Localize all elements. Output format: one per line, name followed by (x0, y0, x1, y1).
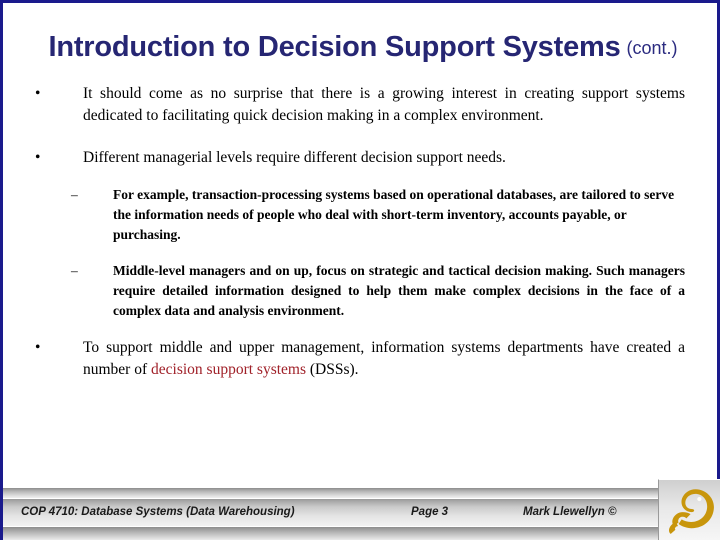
bullet-item: • Different managerial levels require di… (3, 147, 720, 169)
bullet-marker-dot: • (35, 85, 41, 102)
slide-title-main: Introduction to Decision Support Systems (48, 31, 621, 63)
sub-bullet-item: – For example, transaction-processing sy… (3, 185, 720, 245)
sub-bullet-text: For example, transaction-processing syst… (113, 187, 675, 242)
footer-text-row: COP 4710: Database Systems (Data Warehou… (3, 499, 720, 526)
bullet-marker-dash: – (71, 263, 78, 278)
sub-bullet-text: Middle-level managers and on up, focus o… (113, 263, 685, 318)
footer-band-bottom (3, 527, 720, 540)
bullet-text: To support middle and upper management, … (83, 337, 685, 381)
bullet-marker-dot: • (35, 339, 41, 356)
slide-title: Introduction to Decision Support Systems… (3, 33, 720, 62)
slide-title-continuation: (cont.) (626, 38, 678, 58)
footer-author-label: Mark Llewellyn © (523, 506, 617, 518)
bullet-text-after: (DSSs). (306, 361, 359, 378)
footer-band-top (3, 488, 720, 498)
footer-page-number: Page 3 (411, 506, 449, 518)
bullet-marker-dash: – (71, 187, 78, 202)
slide-canvas: Introduction to Decision Support Systems… (0, 0, 720, 540)
bullet-text: Different managerial levels require diff… (83, 149, 506, 166)
bullet-item: • To support middle and upper management… (3, 337, 720, 381)
sub-bullet-item: – Middle-level managers and on up, focus… (3, 261, 720, 321)
bullet-item: • It should come as no surprise that the… (3, 83, 720, 127)
footer-course-label: COP 4710: Database Systems (Data Warehou… (21, 506, 295, 518)
bullet-text: It should come as no surprise that there… (83, 85, 685, 124)
bullet-marker-dot: • (35, 149, 41, 166)
highlighted-term: decision support systems (151, 361, 307, 378)
ucf-pegasus-logo (658, 479, 720, 540)
slide-body: • It should come as no surprise that the… (3, 83, 720, 381)
pegasus-icon (669, 489, 714, 534)
slide-footer: COP 4710: Database Systems (Data Warehou… (3, 479, 720, 540)
